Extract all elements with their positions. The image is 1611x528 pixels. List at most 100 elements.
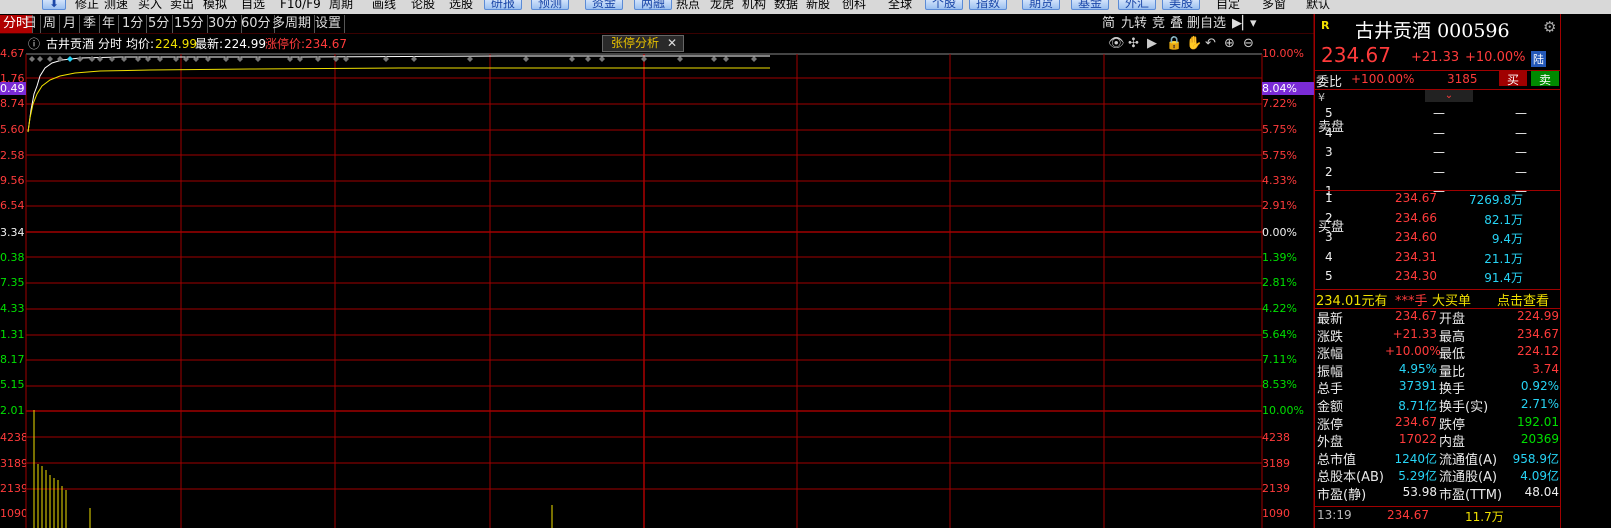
event-marker-icon[interactable] [89, 56, 95, 62]
sell-level-num: 2 [1325, 164, 1333, 179]
right-axis-label: 2.81% [1262, 276, 1297, 289]
left-axis-label: 5.15 [0, 378, 25, 391]
sell-level-volume: — [1515, 145, 1527, 159]
buy-level-price: 234.60 [1395, 230, 1437, 244]
market-badge: 陆 [1531, 51, 1546, 67]
quote-value: 234.67 [1395, 309, 1437, 323]
left-axis-label: 9.56 [0, 174, 25, 187]
buy-level-price: 234.66 [1395, 210, 1437, 225]
right-axis-label: 2.91% [1262, 199, 1297, 212]
right-axis-label: 1090 [1262, 507, 1290, 520]
side-strip [1560, 14, 1611, 528]
buy-level-num: 2 [1325, 210, 1333, 225]
quote-value: 192.01 [1517, 414, 1559, 429]
event-marker-icon[interactable] [29, 56, 35, 62]
price-change: +21.33 [1411, 50, 1460, 65]
sell-level-volume: — [1515, 106, 1527, 120]
quote-label: 流通值(A) [1439, 452, 1498, 468]
event-marker-icon[interactable] [47, 56, 53, 62]
quote-value: 958.9亿 [1512, 451, 1559, 466]
quote-label: 涨幅 [1317, 347, 1344, 363]
quote-label: 流通股(A) [1439, 470, 1498, 486]
quote-value: +10.00% [1385, 344, 1441, 359]
left-axis-label: 4238 [0, 431, 26, 444]
quote-label: 量比 [1439, 364, 1466, 380]
big-order-label: 大买单 [1432, 294, 1472, 309]
quote-value: 2.71% [1520, 397, 1559, 411]
quote-value: 224.12 [1517, 344, 1559, 359]
buy-level-volume: 9.4万 [1491, 232, 1523, 246]
buy-level-volume: 82.1万 [1484, 212, 1523, 227]
event-marker-icon[interactable] [751, 56, 757, 62]
right-axis-label: 4.22% [1262, 302, 1297, 315]
left-axis-label: 2.01 [0, 404, 25, 417]
quote-value: 234.67 [1517, 326, 1559, 341]
event-marker-icon[interactable] [585, 56, 591, 62]
big-order-view-link[interactable]: 点击查看 [1497, 290, 1549, 309]
event-marker-icon[interactable] [641, 56, 647, 62]
right-axis-label: 5.64% [1262, 328, 1297, 341]
buy-level-price: 234.31 [1395, 249, 1437, 264]
event-marker-icon[interactable] [67, 56, 73, 62]
price-change-pct: +10.00% [1465, 50, 1526, 65]
sell-level-num: 4 [1325, 125, 1333, 140]
event-marker-icon[interactable] [523, 56, 529, 62]
event-marker-icon[interactable] [599, 56, 605, 62]
left-axis-label: 4.67 [0, 47, 25, 60]
buy-button[interactable]: 买 [1499, 71, 1527, 87]
left-axis-label: 8.74 [0, 97, 25, 110]
right-axis-label: 7.11% [1262, 353, 1297, 366]
expand-chevron-icon[interactable]: ⌄ [1425, 90, 1473, 102]
gear-icon[interactable]: ⚙ [1543, 18, 1556, 36]
event-marker-icon[interactable] [723, 56, 729, 62]
event-marker-icon[interactable] [711, 56, 717, 62]
big-order-price: 234.01元有 [1316, 294, 1388, 309]
quote-label: 市盈(静) [1317, 488, 1367, 503]
sell-level-num: 3 [1325, 145, 1333, 159]
quote-value: 4.95% [1398, 361, 1437, 376]
quote-label: 开盘 [1439, 312, 1466, 327]
left-axis-label: 2139 [0, 482, 26, 495]
stock-title-name: 古井贡酒 [1355, 20, 1432, 42]
quote-value: 4.09亿 [1520, 469, 1559, 484]
quote-label: 金额 [1317, 400, 1344, 415]
stock-title: 古井贡酒 000596 [1355, 16, 1510, 43]
quote-value: 1240亿 [1394, 451, 1437, 466]
right-axis-label: 10.00% [1262, 404, 1304, 417]
intraday-chart[interactable] [0, 0, 1314, 528]
left-axis-label: 4.33 [0, 302, 25, 315]
event-marker-icon[interactable] [97, 56, 103, 62]
left-axis-label: 1.31 [0, 328, 25, 341]
quote-value: 234.67 [1395, 414, 1437, 429]
quote-value: +21.33 [1392, 326, 1437, 341]
buy-level-volume: 91.4万 [1484, 271, 1523, 285]
quote-label: 总市值 [1317, 452, 1357, 468]
event-marker-icon[interactable] [77, 56, 83, 62]
left-axis-label: 2.58 [0, 149, 25, 162]
right-axis-label: 4238 [1262, 431, 1290, 444]
sell-button[interactable]: 卖 [1531, 71, 1559, 87]
buy-level-num: 5 [1325, 269, 1333, 283]
left-axis-label: 1090 [0, 507, 26, 520]
quote-label: 市盈(TTM) [1439, 488, 1503, 503]
buy-level-price: 234.30 [1395, 269, 1437, 283]
quote-label: 最低 [1439, 347, 1466, 363]
right-axis-label: 2139 [1262, 482, 1290, 495]
left-axis-label: 7.35 [0, 276, 25, 289]
right-axis-label: 10.00% [1262, 47, 1304, 60]
sell-level-num: 5 [1325, 106, 1333, 120]
event-marker-icon[interactable] [569, 56, 575, 62]
stock-title-code: 000596 [1437, 20, 1510, 42]
right-axis-label: 4.33% [1262, 174, 1297, 187]
left-axis-label: 3189 [0, 457, 26, 470]
right-axis-label: 7.22% [1262, 97, 1297, 110]
left-axis-label: 6.54 [0, 199, 25, 212]
quote-value: 224.99 [1517, 309, 1559, 323]
quote-label: 最高 [1439, 329, 1466, 345]
event-marker-icon[interactable] [37, 56, 43, 62]
weicha-value: 3185 [1447, 72, 1478, 86]
quote-value: 17022 [1398, 432, 1437, 447]
event-marker-icon[interactable] [677, 56, 683, 62]
event-marker-icon[interactable] [467, 56, 473, 62]
right-axis-label: 5.75% [1262, 149, 1297, 162]
